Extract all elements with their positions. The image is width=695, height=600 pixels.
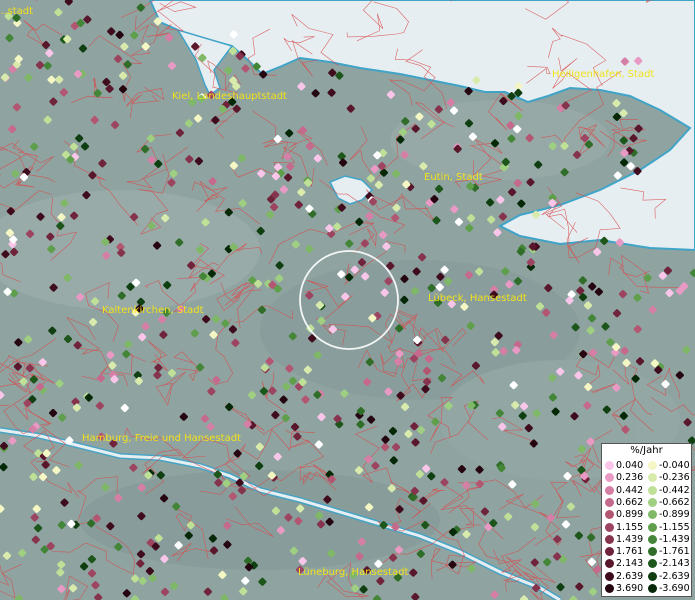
city-label-lueneburg: Lüneburg, Hansestadt [298,567,409,578]
legend-swatch [605,485,614,495]
legend-value: 0.442 [616,484,644,496]
legend-swatch [648,473,657,483]
legend-value: 0.236 [616,472,644,484]
legend-value: -0.442 [659,484,690,496]
legend-swatch [605,571,614,581]
city-label-heiligenhafen: Heiligenhafen, Stadt [552,69,655,80]
legend-swatch [605,461,614,470]
legend-swatch [648,510,657,520]
legend-swatch [605,559,614,569]
city-label-hamburg: Hamburg, Freie und Hansestadt [82,433,241,444]
legend-value: 0.040 [616,460,644,471]
legend-value: 2.639 [616,570,644,582]
map-canvas[interactable] [0,0,695,600]
legend: %/Jahr 0.040 0.236 0.442 0.662 0.899 1.155 1.4… [601,443,692,597]
legend-swatch [648,584,657,593]
legend-swatch [648,497,657,507]
legend-swatch [648,461,657,470]
legend-swatch [605,534,614,544]
legend-title: %/Jahr [630,445,663,456]
legend-swatch [605,584,614,593]
legend-swatch [648,534,657,544]
legend-swatch [648,559,657,569]
legend-value: -1.761 [659,546,690,558]
legend-swatch [648,485,657,495]
legend-swatch [648,547,657,557]
legend-swatch [605,522,614,532]
legend-value: 1.155 [616,521,644,533]
legend-value: 0.662 [616,496,644,508]
city-label-top: ...stadt [0,6,34,17]
legend-value: 3.690 [616,583,644,594]
legend-swatch [648,522,657,532]
legend-value: -1.155 [659,521,690,533]
legend-value: 1.439 [616,533,644,545]
city-label-eutin: Eutin, Stadt [424,172,483,183]
legend-value: -0.899 [659,509,690,521]
legend-value: 0.899 [616,509,644,521]
city-label-kaltenkirchen: Kaltenkirchen, Stadt [102,305,204,316]
legend-value: -0.662 [659,496,690,508]
map-view[interactable]: ...stadt Kiel, Landeshauptstadt Heiligen… [0,0,695,600]
legend-value: 1.761 [616,546,644,558]
legend-swatch [605,497,614,507]
legend-value: -1.439 [659,533,690,545]
legend-value: -0.236 [659,472,690,484]
legend-value: -2.639 [659,570,690,582]
legend-value: -2.143 [659,558,690,570]
legend-swatch [605,547,614,557]
city-label-kiel: Kiel, Landeshauptstadt [172,91,287,102]
legend-value: 2.143 [616,558,644,570]
legend-value: -3.690 [659,583,690,594]
city-label-luebeck: Lübeck, Hansestadt [428,293,527,304]
legend-swatch [605,510,614,520]
legend-value: -0.040 [659,460,690,471]
legend-swatch [605,473,614,483]
legend-swatch [648,571,657,581]
